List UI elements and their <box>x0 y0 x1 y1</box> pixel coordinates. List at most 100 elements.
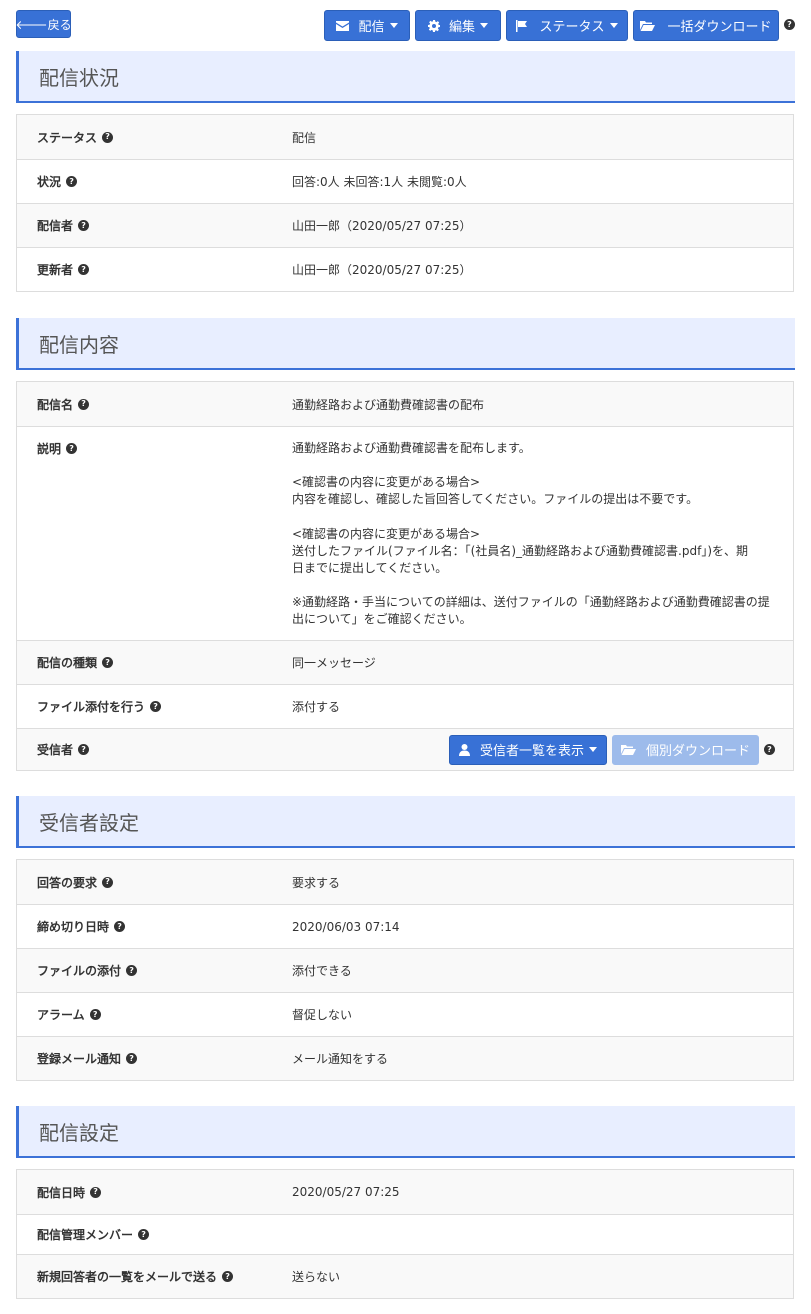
help-icon[interactable]: ? <box>78 220 90 231</box>
help-icon[interactable]: ? <box>89 1009 101 1020</box>
table-row: 締め切り日時? 2020/06/03 07:14 <box>17 904 793 948</box>
help-icon[interactable]: ? <box>78 398 90 410</box>
user-icon <box>458 743 470 756</box>
edit-dropdown-button[interactable]: 編集 <box>415 10 501 41</box>
help-icon[interactable]: ? <box>66 176 78 187</box>
row-label: 配信管理メンバー <box>37 1228 134 1242</box>
help-icon[interactable]: ? <box>764 744 775 755</box>
row-value: 要求する <box>292 875 341 890</box>
caret-down-icon <box>389 23 398 28</box>
table-row: 配信の種類? 同一メッセージ <box>17 640 793 684</box>
table-row: ファイル添付を行う? 添付する <box>17 684 793 728</box>
content-table: 配信名? 通勤経路および通勤費確認書の配布 説明? 通勤経路および通勤費確認書を… <box>16 381 794 771</box>
table-row: 更新者? 山田一郎（2020/05/27 07:25） <box>17 247 793 291</box>
section-header-settings: 配信設定 <box>16 1106 795 1158</box>
table-row: 状況? 回答:0人 未回答:1人 未閲覧:0人 <box>17 159 793 203</box>
help-icon[interactable]: ? <box>114 921 126 932</box>
row-value: 山田一郎（2020/05/27 07:25） <box>292 263 472 277</box>
flag-icon <box>516 19 528 32</box>
caret-down-icon <box>480 23 488 28</box>
row-label: 登録メール通知 <box>37 1052 122 1066</box>
section-header-recipient: 受信者設定 <box>16 796 795 848</box>
help-icon[interactable]: ? <box>138 1229 150 1240</box>
section-title: 配信内容 <box>39 332 119 357</box>
envelope-icon <box>336 20 350 31</box>
row-value: 回答:0人 未回答:1人 未閲覧:0人 <box>292 175 467 189</box>
edit-label: 編集 <box>448 20 475 35</box>
individual-download-button[interactable]: 個別ダウンロード <box>612 734 759 765</box>
section-header-content: 配信内容 <box>16 318 795 370</box>
row-label: 回答の要求 <box>37 875 98 890</box>
row-label: 配信の種類 <box>37 656 98 670</box>
status-table: ステータス? 配信 状況? 回答:0人 未回答:1人 未閲覧:0人 配信者? 山… <box>16 114 794 292</box>
row-value: 2020/06/03 07:14 <box>292 919 400 934</box>
section-title: 受信者設定 <box>39 810 139 835</box>
caret-down-icon <box>589 747 597 752</box>
back-button-label: 戻る <box>47 17 72 32</box>
row-label: アラーム <box>37 1008 85 1022</box>
row-label: ステータス <box>37 130 98 145</box>
row-value: 配信 <box>292 130 317 145</box>
help-icon[interactable]: ? <box>102 131 114 143</box>
row-value: 山田一郎（2020/05/27 07:25） <box>292 219 472 233</box>
section-title: 配信設定 <box>39 1120 119 1145</box>
help-icon[interactable]: ? <box>102 657 114 668</box>
back-button[interactable]: 🡐 戻る <box>15 10 72 38</box>
delivery-name-value: 通勤経路および通勤費確認書の配布 <box>292 397 485 412</box>
recipient-settings-table: 回答の要求? 要求する 締め切り日時? 2020/06/03 07:14 ファイ… <box>16 859 794 1081</box>
row-label: 配信日時 <box>37 1185 86 1200</box>
table-row: 受信者? 受信者一覧を表示 個別ダウンロード ? <box>17 728 793 770</box>
help-icon[interactable]: ? <box>78 744 90 755</box>
row-value: 督促しない <box>292 1008 353 1022</box>
table-row: 回答の要求? 要求する <box>17 860 793 904</box>
row-value: 添付する <box>292 700 341 714</box>
table-row: ステータス? 配信 <box>17 115 793 159</box>
row-label: 締め切り日時 <box>37 920 110 934</box>
delivery-settings-table: 配信日時? 2020/05/27 07:25 配信管理メンバー? 新規回答者の一… <box>16 1169 794 1299</box>
deliver-label: 配信 <box>358 20 385 35</box>
row-label: 配信者 <box>37 219 74 233</box>
table-row: 配信管理メンバー? <box>17 1214 793 1254</box>
help-icon[interactable]: ? <box>126 965 138 976</box>
help-icon[interactable]: ? <box>90 1186 102 1198</box>
individual-download-label: 個別ダウンロード <box>645 744 750 759</box>
help-icon[interactable]: ? <box>222 1271 234 1282</box>
bulk-download-button[interactable]: 一括ダウンロード <box>633 10 779 41</box>
table-row: 新規回答者の一覧をメールで送る? 送らない <box>17 1254 793 1298</box>
row-label: ファイル添付を行う <box>37 700 146 714</box>
section-title: 配信状況 <box>39 65 119 90</box>
help-icon[interactable]: ? <box>78 264 90 275</box>
row-label: ファイルの添付 <box>37 964 122 978</box>
table-row: 登録メール通知? メール通知をする <box>17 1036 793 1080</box>
row-value: 同一メッセージ <box>292 656 376 670</box>
table-row: アラーム? 督促しない <box>17 992 793 1036</box>
gear-icon <box>427 19 440 32</box>
row-label: 受信者 <box>37 743 74 757</box>
row-value: 2020/05/27 07:25 <box>292 1185 400 1199</box>
row-label: 説明 <box>37 442 62 456</box>
help-icon[interactable]: ? <box>66 443 78 454</box>
help-icon[interactable]: ? <box>784 19 795 30</box>
description-text: 通勤経路および通勤費確認書を配布します。 <確認書の内容に変更がある場合> 内容を… <box>292 441 770 627</box>
section-header-status: 配信状況 <box>16 51 795 103</box>
table-row: ファイルの添付? 添付できる <box>17 948 793 992</box>
status-label: ステータス <box>539 20 605 35</box>
caret-down-icon <box>609 23 618 28</box>
folder-open-icon <box>620 745 636 755</box>
table-row: 配信者? 山田一郎（2020/05/27 07:25） <box>17 203 793 247</box>
bulk-download-label: 一括ダウンロード <box>667 20 772 35</box>
row-label: 新規回答者の一覧をメールで送る <box>37 1270 218 1284</box>
deliver-dropdown-button[interactable]: 配信 <box>324 10 410 41</box>
help-icon[interactable]: ? <box>102 876 114 888</box>
help-icon[interactable]: ? <box>126 1053 138 1064</box>
table-row: 説明? 通勤経路および通勤費確認書を配布します。 <確認書の内容に変更がある場合… <box>17 426 793 640</box>
row-label: 状況 <box>37 175 62 189</box>
row-value: 添付できる <box>292 964 352 978</box>
show-recipients-button[interactable]: 受信者一覧を表示 <box>449 734 607 765</box>
status-dropdown-button[interactable]: ステータス <box>506 10 628 41</box>
row-value: メール通知をする <box>292 1052 389 1066</box>
table-row: 配信名? 通勤経路および通勤費確認書の配布 <box>17 382 793 426</box>
help-icon[interactable]: ? <box>150 701 162 712</box>
row-label: 更新者 <box>37 263 74 277</box>
folder-open-icon <box>640 21 656 31</box>
